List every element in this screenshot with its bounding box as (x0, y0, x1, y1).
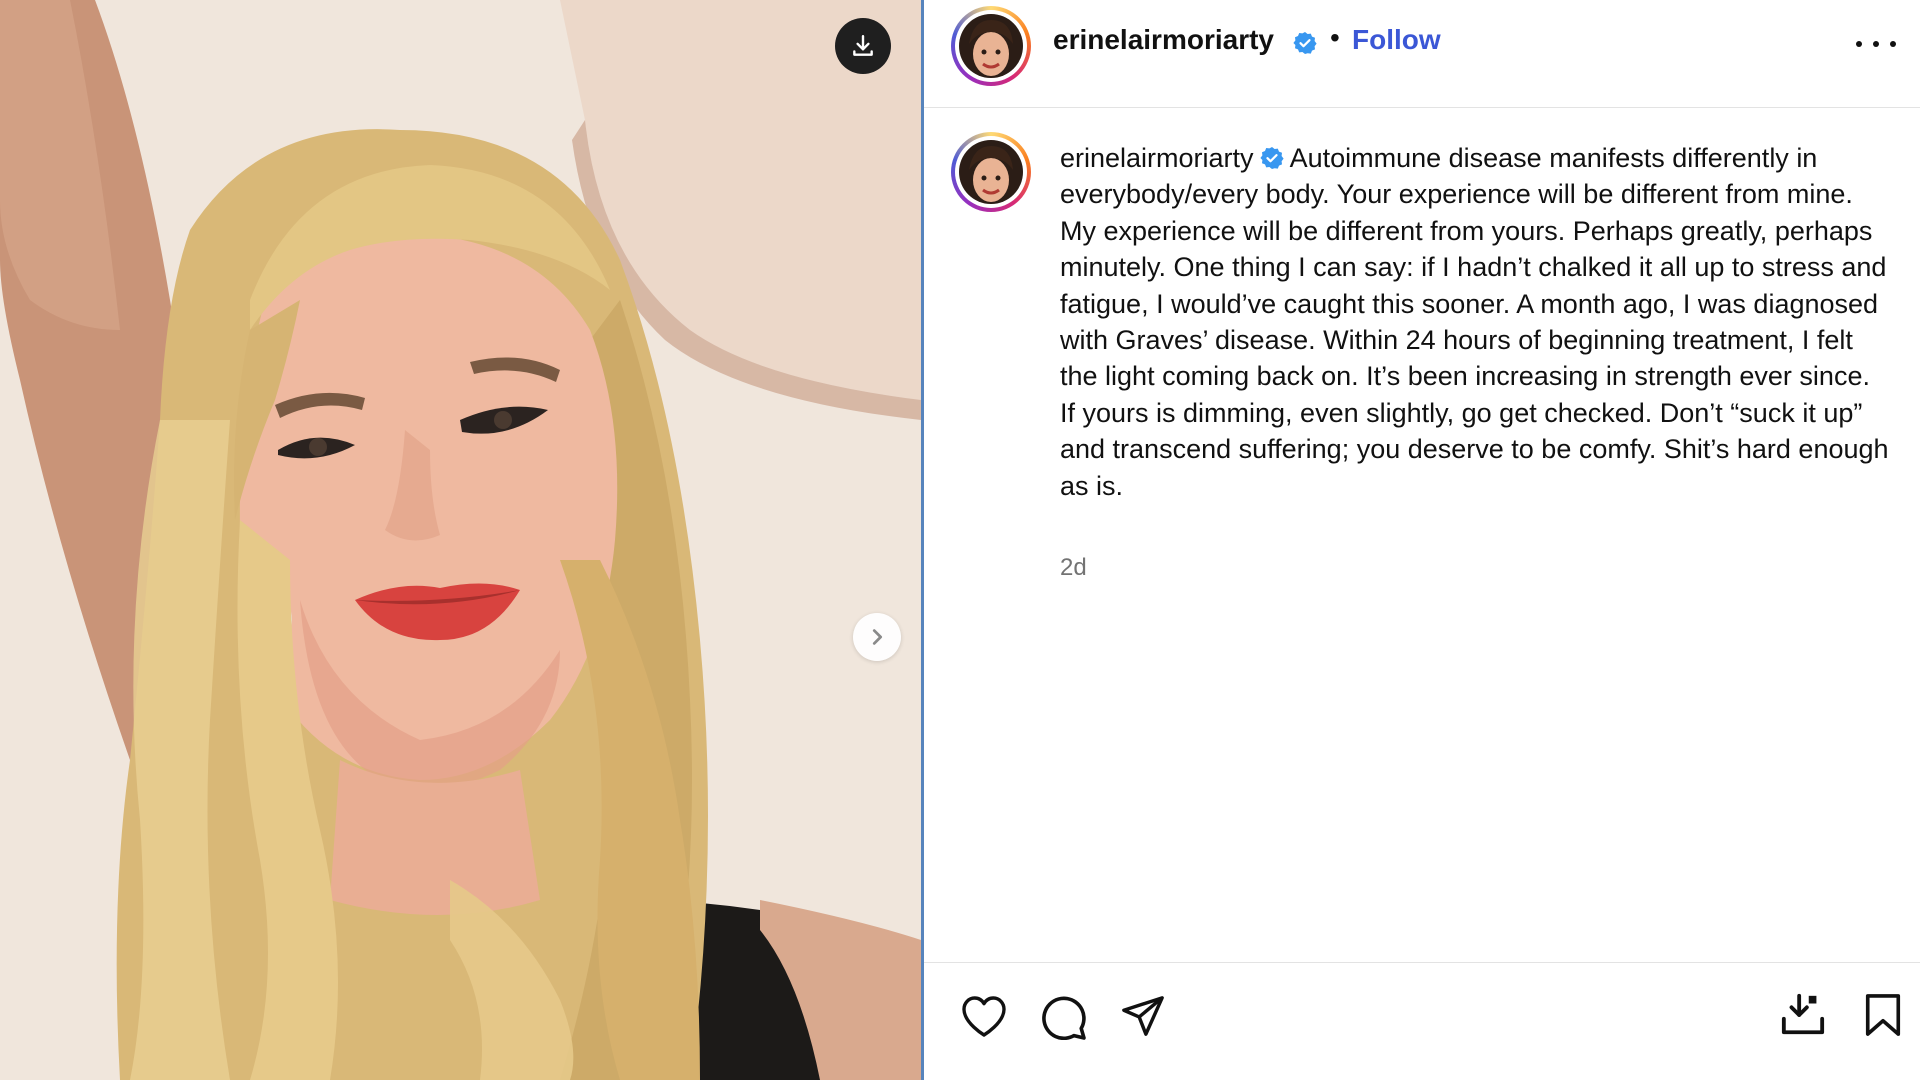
caption-username[interactable]: erinelairmoriarty (1060, 143, 1254, 173)
header-username[interactable]: erinelairmoriarty (1053, 24, 1274, 56)
bookmark-icon (1865, 994, 1901, 1036)
save-download-button[interactable] (1780, 992, 1826, 1043)
download-tray-icon (1781, 993, 1825, 1035)
post-side-panel: erinelairmoriarty • Follow erinelairmori… (924, 0, 1920, 1080)
more-options-button[interactable] (1856, 34, 1896, 54)
post-photo (0, 0, 921, 1080)
more-horizontal-icon (1856, 41, 1862, 47)
bookmark-button[interactable] (1862, 992, 1904, 1043)
heart-icon (962, 996, 1006, 1037)
actions-divider (924, 962, 1920, 963)
follow-button[interactable]: Follow (1352, 24, 1441, 56)
caption-avatar[interactable] (951, 132, 1031, 212)
share-button[interactable] (1120, 994, 1166, 1043)
verified-badge-icon (1293, 32, 1317, 54)
instagram-post-view: erinelairmoriarty • Follow erinelairmori… (0, 0, 1920, 1080)
post-caption: erinelairmoriarty Autoimmune disease man… (1060, 140, 1890, 504)
download-icon (853, 35, 873, 56)
paper-plane-icon (1122, 996, 1164, 1036)
like-button[interactable] (960, 994, 1008, 1043)
post-header: erinelairmoriarty • Follow (924, 0, 1920, 108)
carousel-next-button[interactable] (853, 613, 901, 661)
comment-icon (1042, 996, 1086, 1041)
media-download-button[interactable] (835, 18, 891, 74)
verified-badge-icon (1259, 147, 1284, 169)
chevron-right-icon (872, 629, 883, 645)
caption-text: Autoimmune disease manifests differently… (1060, 143, 1889, 501)
post-timestamp[interactable]: 2d (1060, 554, 1087, 582)
header-separator: • (1330, 22, 1340, 53)
post-media[interactable] (0, 0, 921, 1080)
comment-button[interactable] (1040, 994, 1088, 1045)
avatar[interactable] (951, 6, 1031, 86)
